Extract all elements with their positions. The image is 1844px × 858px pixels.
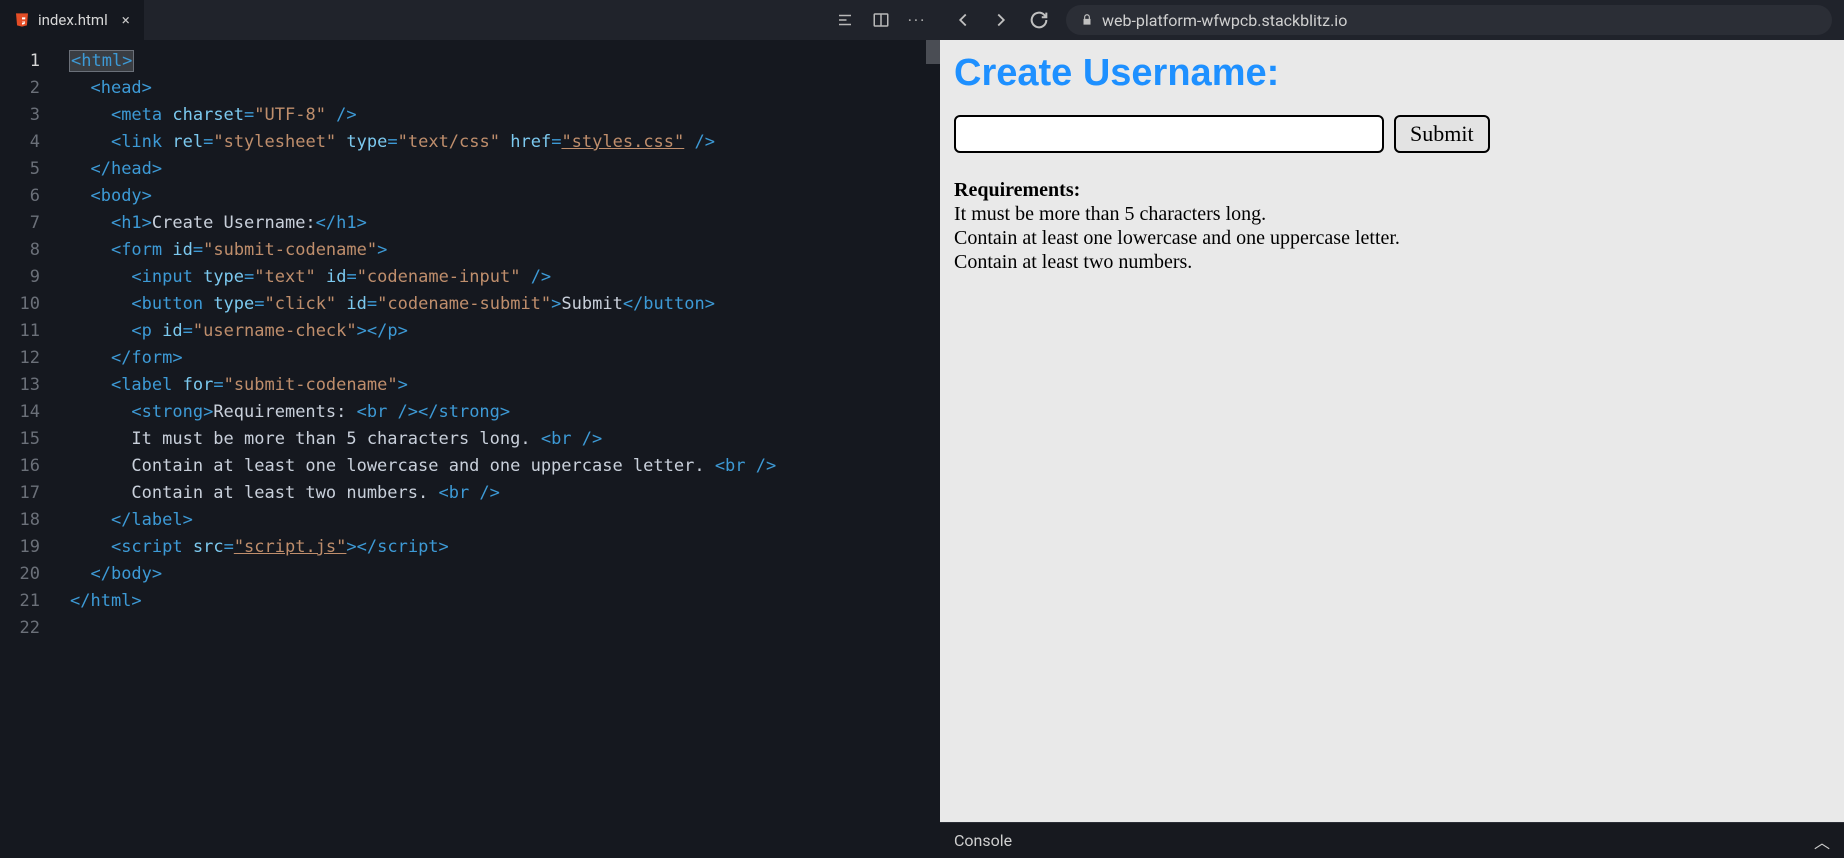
line-gutter: 12345678910111213141516171819202122 bbox=[0, 40, 56, 858]
nav-back-icon[interactable] bbox=[952, 9, 974, 31]
tab-index-html[interactable]: index.html × bbox=[0, 0, 145, 40]
code-editor[interactable]: 12345678910111213141516171819202122 <htm… bbox=[0, 40, 940, 858]
editor-pane: index.html × ··· 12345678910111213141516… bbox=[0, 0, 940, 858]
url-text: web-platform-wfwpcb.stackblitz.io bbox=[1102, 11, 1347, 30]
close-icon[interactable]: × bbox=[122, 11, 130, 29]
preview-pane: web-platform-wfwpcb.stackblitz.io Create… bbox=[940, 0, 1844, 858]
nav-forward-icon[interactable] bbox=[990, 9, 1012, 31]
html-file-icon bbox=[14, 12, 30, 28]
requirement-line: It must be more than 5 characters long. bbox=[954, 203, 1830, 226]
scrollbar-thumb[interactable] bbox=[926, 40, 940, 64]
split-icon[interactable] bbox=[872, 11, 890, 29]
console-label: Console bbox=[954, 831, 1012, 850]
url-bar[interactable]: web-platform-wfwpcb.stackblitz.io bbox=[1066, 5, 1832, 35]
console-bar[interactable]: Console ︿ bbox=[940, 822, 1844, 858]
more-icon[interactable]: ··· bbox=[908, 11, 926, 29]
code-content[interactable]: <html> <head> <meta charset="UTF-8" /> <… bbox=[56, 40, 940, 858]
submit-button[interactable]: Submit bbox=[1394, 115, 1490, 153]
requirements-block: Requirements: It must be more than 5 cha… bbox=[954, 179, 1830, 274]
chevron-up-icon[interactable]: ︿ bbox=[1814, 829, 1830, 853]
requirement-line: Contain at least one lowercase and one u… bbox=[954, 227, 1830, 250]
format-icon[interactable] bbox=[836, 11, 854, 29]
requirements-label: Requirements: bbox=[954, 179, 1080, 201]
requirement-line: Contain at least two numbers. bbox=[954, 251, 1830, 274]
reload-icon[interactable] bbox=[1028, 9, 1050, 31]
editor-tabbar: index.html × ··· bbox=[0, 0, 940, 40]
browser-toolbar: web-platform-wfwpcb.stackblitz.io bbox=[940, 0, 1844, 40]
lock-icon bbox=[1080, 13, 1094, 27]
preview-document: Create Username: Submit Requirements: It… bbox=[940, 40, 1844, 822]
codename-input[interactable] bbox=[954, 115, 1384, 153]
tab-filename: index.html bbox=[38, 11, 108, 29]
page-heading: Create Username: bbox=[954, 52, 1830, 95]
username-form: Submit bbox=[954, 115, 1830, 153]
